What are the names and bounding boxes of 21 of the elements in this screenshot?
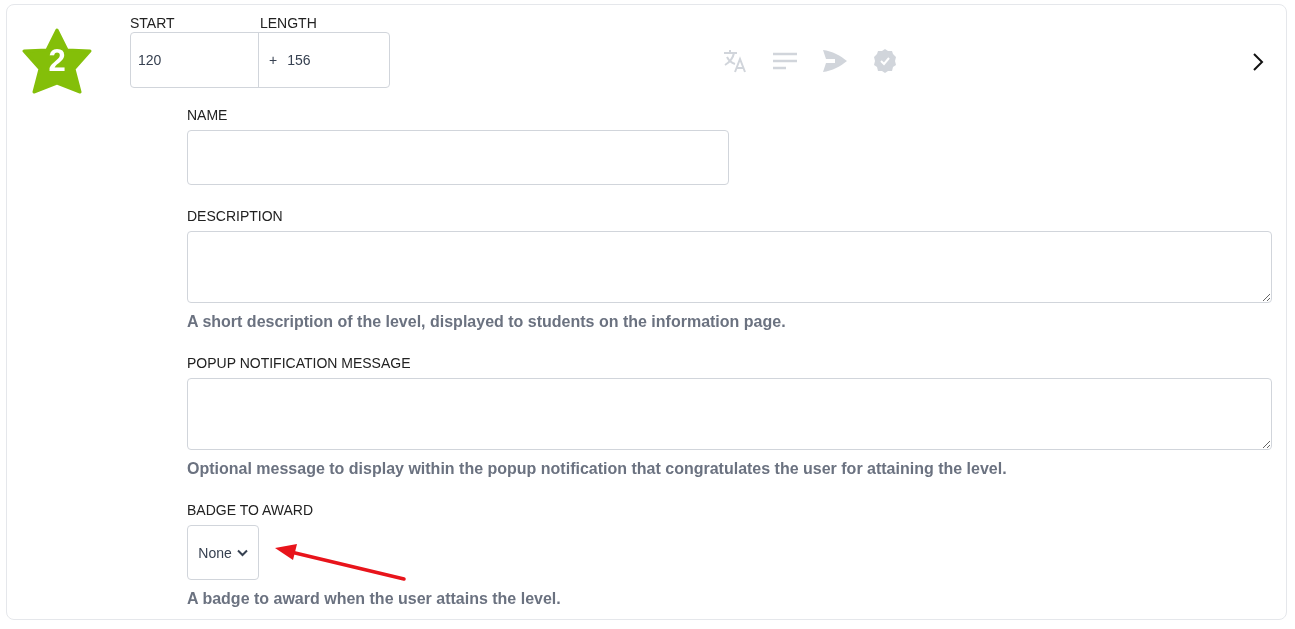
level-number: 2	[48, 43, 66, 79]
send-icon[interactable]	[822, 49, 848, 73]
chevron-down-icon	[236, 548, 248, 557]
lines-icon[interactable]	[772, 52, 798, 70]
text-area[interactable]	[187, 231, 1272, 303]
help-text: A short description of the level, displayed to students on the information page.	[187, 312, 786, 332]
text-area[interactable]	[187, 378, 1272, 450]
translate-icon[interactable]	[722, 48, 748, 74]
star-shape	[22, 28, 92, 94]
help-text: Optional message to display within the popup notification that congratulates the user for attaining the level.	[187, 459, 1007, 479]
field-label: NAME	[187, 106, 228, 124]
badge-dropdown[interactable]: None	[187, 525, 259, 580]
verified-icon[interactable]	[872, 48, 898, 74]
length-label: LENGTH	[260, 14, 318, 32]
chevron-right-icon[interactable]	[1252, 52, 1264, 72]
help-text: A badge to award when the user attains the level.	[187, 589, 561, 609]
field-label: DESCRIPTION	[187, 207, 283, 225]
name-input[interactable]	[187, 130, 729, 185]
start-label: START	[130, 14, 176, 32]
field-label: BADGE TO AWARD	[187, 501, 314, 519]
field-label: POPUP NOTIFICATION MESSAGE	[187, 354, 411, 372]
